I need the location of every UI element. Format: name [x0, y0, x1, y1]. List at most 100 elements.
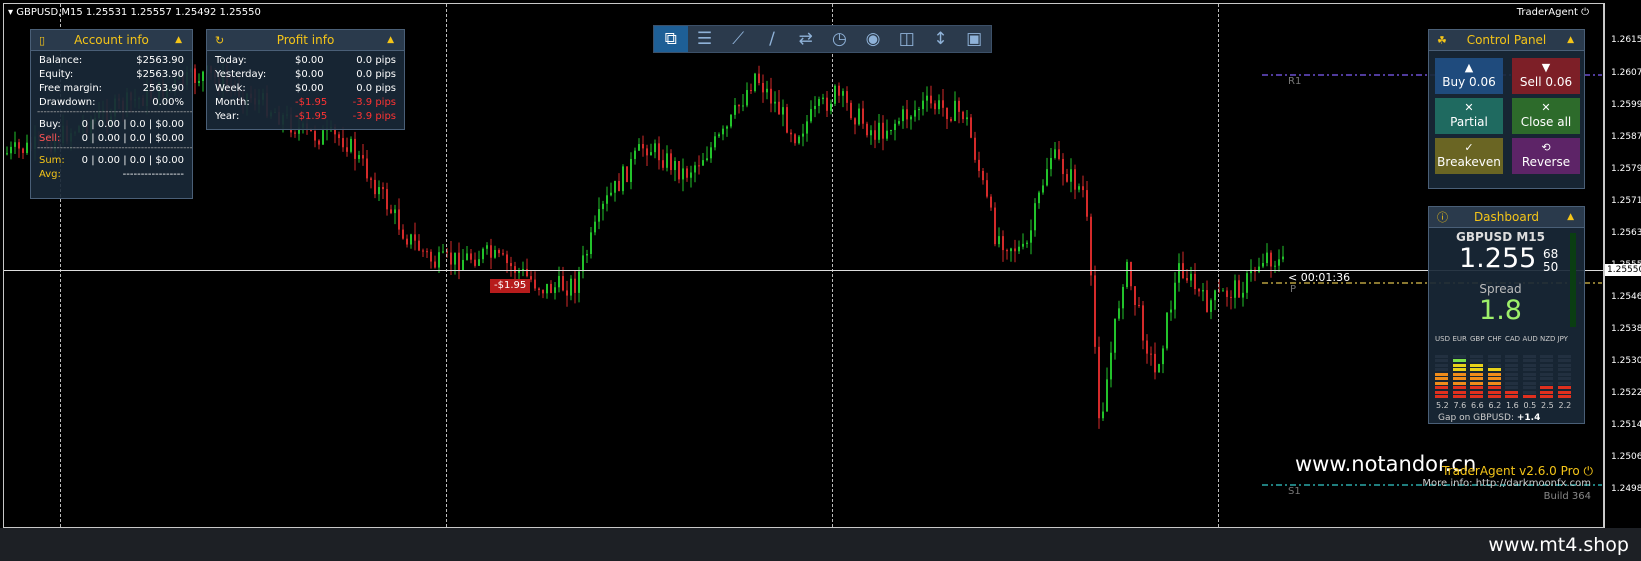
drawing-toolbar: ⧉ ☰ ⟋ ∕ ⇄ ◷ ◉ ◫ ↕ ▣ — [653, 25, 992, 53]
period-label: Year: — [215, 111, 240, 122]
brand-label: TraderAgent ⏻ — [1516, 7, 1589, 18]
price-tick: 1.25065 — [1611, 452, 1641, 462]
control-panel: ☘ Control Panel ▲ ▲ Buy 0.06 ▼ Sell 0.06 ✕ Pa… — [1428, 29, 1585, 189]
currency-label: JPY — [1557, 335, 1568, 343]
account-info-header[interactable]: ▯ Account info ▲ — [31, 30, 192, 51]
strength-segment — [1487, 377, 1501, 380]
profit-info-header[interactable]: ↻ Profit info ▲ — [207, 30, 404, 51]
trendline-icon[interactable]: ⟋ — [721, 26, 755, 52]
bar-timer: < 00:01:36 — [1288, 271, 1351, 284]
more-info-link[interactable]: More info: http://darkmoonfx.com — [1422, 478, 1591, 489]
strength-segment — [1522, 359, 1536, 362]
collapse-arrow-icon: ▲ — [1567, 212, 1574, 222]
row-value: 0 | 0.00 | 0.0 | $0.00 — [81, 133, 184, 144]
row-value: $2563.90 — [136, 69, 184, 80]
strength-segment — [1557, 377, 1571, 380]
row-label: Avg: — [39, 169, 61, 180]
menu-icon[interactable]: ☰ — [688, 26, 722, 52]
windows-icon[interactable]: ⧉ — [654, 26, 688, 52]
strength-segment — [1487, 390, 1501, 394]
price-tick: 1.25385 — [1611, 324, 1641, 334]
close-all-button[interactable]: ✕ Close all — [1512, 98, 1580, 134]
strength-segment — [1505, 386, 1518, 389]
chart-title: ▾ GBPUSD,M15 1.25531 1.25557 1.25492 1.2… — [8, 7, 261, 18]
row-value: ----------------- — [122, 169, 184, 180]
currency-label: NZD — [1540, 335, 1556, 343]
row-value: $2563.90 — [136, 55, 184, 66]
profit-row: Month: -$1.95 -3.9 pips — [207, 96, 404, 110]
strength-value: 6.2 — [1488, 401, 1502, 410]
strength-segment — [1470, 368, 1483, 371]
period-label: Today: — [215, 55, 247, 66]
collapse-arrow-icon: ▲ — [1567, 35, 1574, 45]
split-icon[interactable]: ↕ — [924, 26, 958, 52]
strength-segment — [1557, 381, 1571, 385]
version-label: TraderAgent v2.6.0 Pro ⏻ — [1442, 464, 1593, 478]
strength-segment — [1435, 381, 1448, 385]
strength-segment — [1435, 386, 1448, 389]
price-tick: 1.25710 — [1611, 196, 1641, 206]
strength-segment — [1487, 395, 1501, 398]
strength-segment — [1505, 395, 1518, 398]
price-tick: 1.26070 — [1611, 68, 1641, 78]
strength-segment — [1452, 354, 1466, 358]
strength-segment — [1522, 395, 1536, 398]
account-row: Equity: $2563.90 — [31, 68, 192, 82]
strength-segment — [1505, 377, 1518, 380]
strength-segment — [1522, 372, 1536, 376]
sum-summary: Sum: 0 | 0.00 | 0.0 | $0.00 — [31, 154, 192, 168]
strength-segment — [1470, 377, 1483, 380]
profit-row: Year: -$1.95 -3.9 pips — [207, 110, 404, 124]
shop-url: www.mt4.shop — [1488, 534, 1629, 556]
strength-segment — [1470, 354, 1483, 358]
camera-icon[interactable]: ▣ — [957, 26, 991, 52]
dashboard-header[interactable]: ⓘ Dashboard ▲ — [1429, 207, 1584, 228]
strength-segment — [1452, 377, 1466, 380]
dashboard-panel: ⓘ Dashboard ▲ GBPUSD M15 1.255 68 50 Sprea… — [1428, 206, 1585, 424]
strength-segment — [1522, 368, 1536, 371]
profit-amount: -$1.95 — [295, 111, 328, 122]
strength-segment — [1540, 354, 1553, 358]
row-label: Equity: — [39, 69, 74, 80]
profit-info-panel: ↻ Profit info ▲ Today: $0.00 0.0 pips Yesterd… — [206, 29, 405, 130]
strength-segment — [1557, 354, 1571, 358]
eye-icon[interactable]: ◉ — [856, 26, 890, 52]
shuffle-icon[interactable]: ⇄ — [789, 26, 823, 52]
trash-icon[interactable]: ◫ — [890, 26, 924, 52]
gap-readout: Gap on GBPUSD: +1.4 — [1438, 413, 1541, 423]
profit-amount: $0.00 — [295, 83, 324, 94]
strength-segment — [1557, 359, 1571, 362]
control-panel-header[interactable]: ☘ Control Panel ▲ — [1429, 30, 1584, 51]
currency-strength-values: 5.2 7.6 6.6 6.2 1.6 0.5 2.5 2.2 — [1435, 401, 1579, 412]
reverse-button[interactable]: ⟲ Reverse — [1512, 138, 1580, 174]
profit-pips: -3.9 pips — [352, 97, 396, 108]
channel-icon[interactable]: ∕ — [755, 26, 789, 52]
buy-button[interactable]: ▲ Buy 0.06 — [1435, 58, 1503, 94]
strength-segment — [1487, 381, 1501, 385]
row-label: Sum: — [39, 155, 65, 166]
strength-segment — [1435, 363, 1448, 367]
strength-segment — [1540, 359, 1553, 362]
power-icon: ⏻ — [1581, 7, 1589, 18]
strength-segment — [1557, 372, 1571, 376]
profit-pips: 0.0 pips — [356, 83, 396, 94]
price-tick: 1.25630 — [1611, 228, 1641, 238]
strength-segment — [1505, 359, 1518, 362]
sell-button[interactable]: ▼ Sell 0.06 — [1512, 58, 1580, 94]
account-info-panel: ▯ Account info ▲ Balance: $2563.90 Equity: $2… — [30, 29, 193, 199]
period-label: Week: — [215, 83, 246, 94]
strength-segment — [1505, 363, 1518, 367]
strength-segment — [1522, 354, 1536, 358]
clock-icon[interactable]: ◷ — [823, 26, 857, 52]
strength-segment — [1522, 363, 1536, 367]
partial-close-button[interactable]: ✕ Partial — [1435, 98, 1503, 134]
trade-profit-tag[interactable]: -$1.95 — [490, 279, 531, 293]
currency-label: USD — [1435, 335, 1450, 343]
strength-segment — [1557, 390, 1571, 394]
breakeven-button[interactable]: ✓ Breakeven — [1435, 138, 1503, 174]
strength-value: 5.2 — [1436, 401, 1449, 410]
price-tick: 1.25870 — [1611, 132, 1641, 142]
strength-segment — [1435, 368, 1448, 371]
row-label: Drawdown: — [39, 97, 96, 108]
collapse-arrow-icon: ▲ — [175, 35, 182, 45]
